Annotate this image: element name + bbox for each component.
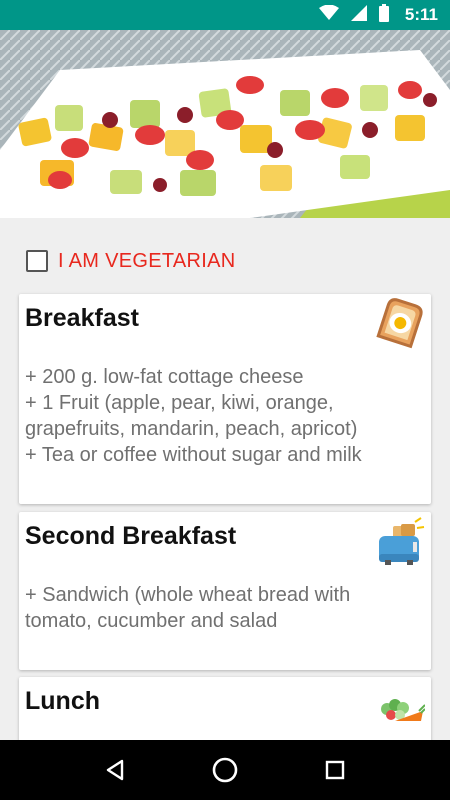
meal-card-second-breakfast[interactable]: Second Breakfast + Sandwich (whole wheat… [19,512,431,670]
meal-title: Second Breakfast [25,522,237,550]
wifi-icon [318,4,339,26]
meal-item: grapefruits, mandarin, peach, apricot) [25,418,358,440]
back-icon[interactable] [95,750,135,790]
status-time: 5:11 [404,5,438,24]
home-icon[interactable] [205,750,245,790]
status-bar: 5:11 [0,0,450,30]
vegetarian-label: I AM VEGETARIAN [58,249,236,272]
navigation-bar [0,740,450,800]
meal-item: + Tea or coffee without sugar and milk [25,444,362,466]
meal-items: + Sandwich (whole wheat bread with tomat… [25,582,421,634]
signal-icon [350,4,367,26]
meal-card-breakfast[interactable]: Breakfast + 200 g. low-fat cottage chees… [19,294,431,504]
meal-items: + 200 g. low-fat cottage cheese + 1 Frui… [25,364,421,468]
toaster-icon [375,516,425,568]
vegetarian-checkbox[interactable] [26,250,48,272]
vegetarian-toggle[interactable]: I AM VEGETARIAN [26,248,236,274]
meal-item: + 200 g. low-fat cottage cheese [25,366,304,388]
hero-image [0,30,450,218]
meal-title: Breakfast [25,304,139,332]
meal-item: + Sandwich (whole wheat bread with [25,584,351,606]
meal-item: tomato, cucumber and salad [25,610,278,632]
meal-plan-content: I AM VEGETARIAN Breakfast + 200 g. low-f… [0,218,450,740]
salad-carrot-icon [375,681,426,733]
meal-item: + 1 Fruit (apple, pear, kiwi, orange, [25,392,334,414]
meal-card-lunch[interactable]: Lunch [19,677,431,740]
battery-icon [378,3,389,27]
meal-title: Lunch [25,687,100,715]
toast-egg-icon [375,298,425,350]
recents-icon[interactable] [315,750,355,790]
